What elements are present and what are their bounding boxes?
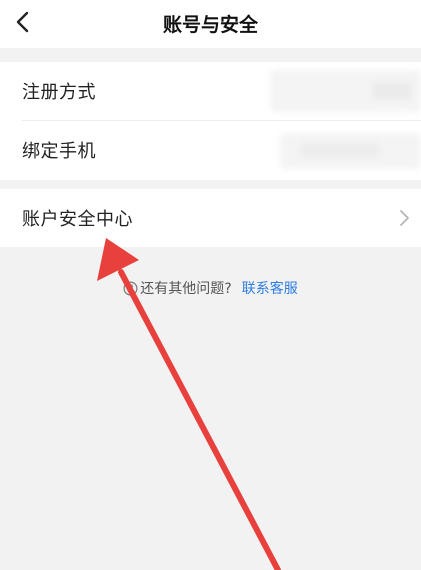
account-group: 注册方式 绑定手机 bbox=[0, 62, 421, 180]
blurred-value bbox=[372, 82, 412, 100]
blurred-value bbox=[300, 143, 380, 157]
row-bind-phone[interactable]: 绑定手机 bbox=[0, 121, 421, 179]
nav-bar: 账号与安全 bbox=[0, 0, 421, 48]
help-line: 还有其他问题? 联系客服 bbox=[0, 279, 421, 299]
question-circle-icon bbox=[123, 281, 138, 296]
row-account-security-center[interactable]: 账户安全中心 bbox=[0, 189, 421, 247]
row-label: 绑定手机 bbox=[22, 141, 96, 162]
row-label: 账户安全中心 bbox=[22, 209, 133, 230]
contact-support-link[interactable]: 联系客服 bbox=[242, 281, 298, 297]
row-label: 注册方式 bbox=[22, 82, 96, 103]
row-registration-method[interactable]: 注册方式 bbox=[0, 62, 421, 121]
page-title: 账号与安全 bbox=[162, 14, 258, 36]
chevron-right-icon bbox=[400, 210, 409, 226]
help-text: 还有其他问题? bbox=[140, 281, 232, 297]
security-group: 账户安全中心 bbox=[0, 189, 421, 247]
